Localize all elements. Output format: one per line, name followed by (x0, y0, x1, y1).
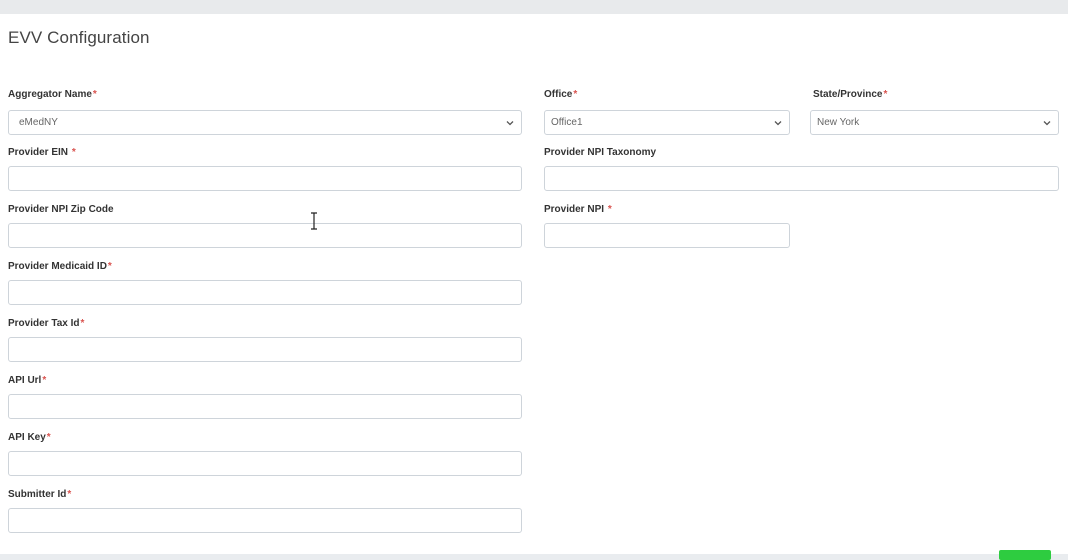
state-province-value: New York (817, 117, 860, 128)
page-title: EVV Configuration (8, 28, 150, 47)
required-marker: * (107, 261, 112, 272)
provider-ein-input[interactable] (8, 166, 522, 191)
office-label: Office* (544, 89, 578, 100)
required-marker: * (607, 204, 612, 215)
required-marker: * (92, 89, 97, 100)
office-value: Office1 (551, 117, 583, 128)
required-marker: * (46, 432, 51, 443)
provider-tax-id-label: Provider Tax Id* (8, 318, 85, 329)
api-url-input[interactable] (8, 394, 522, 419)
provider-ein-label: Provider EIN * (8, 147, 76, 158)
state-province-select[interactable]: New York (810, 110, 1059, 135)
chevron-down-icon (774, 121, 782, 126)
top-bar (0, 0, 1068, 14)
chevron-down-icon (506, 121, 514, 126)
save-button[interactable] (999, 550, 1051, 560)
required-marker: * (80, 318, 85, 329)
required-marker: * (883, 89, 888, 100)
provider-medicaid-id-input[interactable] (8, 280, 522, 305)
state-province-label: State/Province* (813, 89, 888, 100)
office-select[interactable]: Office1 (544, 110, 790, 135)
aggregator-name-label: Aggregator Name* (8, 89, 97, 100)
aggregator-name-value: eMedNY (19, 117, 58, 128)
chevron-down-icon (1043, 121, 1051, 126)
api-key-label: API Key* (8, 432, 51, 443)
text-cursor-icon (311, 212, 317, 230)
required-marker: * (71, 147, 76, 158)
api-url-label: API Url* (8, 375, 47, 386)
provider-npi-zip-label: Provider NPI Zip Code (8, 204, 114, 215)
required-marker: * (42, 375, 47, 386)
provider-npi-input[interactable] (544, 223, 790, 248)
provider-tax-id-input[interactable] (8, 337, 522, 362)
provider-npi-taxonomy-label: Provider NPI Taxonomy (544, 147, 657, 158)
provider-medicaid-id-label: Provider Medicaid ID* (8, 261, 112, 272)
api-key-input[interactable] (8, 451, 522, 476)
provider-npi-zip-input[interactable] (8, 223, 522, 248)
aggregator-name-select[interactable]: eMedNY (8, 110, 522, 135)
required-marker: * (573, 89, 578, 100)
required-marker: * (67, 489, 72, 500)
provider-npi-label: Provider NPI * (544, 204, 612, 215)
submitter-id-input[interactable] (8, 508, 522, 533)
submitter-id-label: Submitter Id* (8, 489, 72, 500)
provider-npi-taxonomy-input[interactable] (544, 166, 1059, 191)
